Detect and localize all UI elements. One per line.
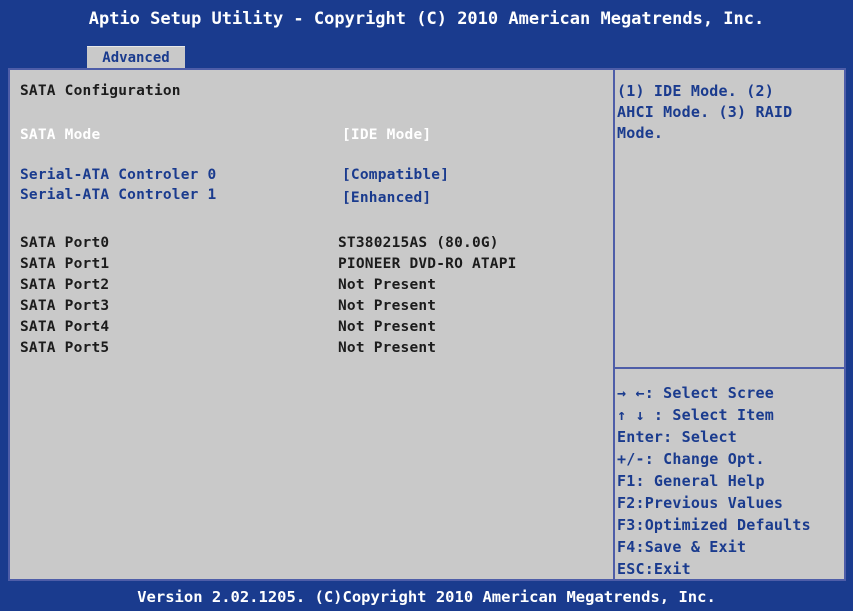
section-title: SATA Configuration	[20, 83, 181, 99]
sata-port0-label: SATA Port0	[20, 235, 110, 251]
sata-port4-label: SATA Port4	[20, 319, 110, 335]
help-line-3: Mode.	[617, 124, 664, 142]
sata-port1-value: PIONEER DVD-RO ATAPI	[338, 256, 517, 272]
key-change-opt: +/-: Change Opt.	[617, 450, 765, 468]
key-previous-values: F2:Previous Values	[617, 494, 784, 512]
key-enter-select: Enter: Select	[617, 428, 737, 446]
version-text: Version 2.02.1205. (C)Copyright 2010 Ame…	[137, 588, 716, 606]
app-title: Aptio Setup Utility - Copyright (C) 2010…	[88, 9, 765, 29]
title-bar: Aptio Setup Utility - Copyright (C) 2010…	[0, 0, 853, 46]
sata-port3-value: Not Present	[338, 298, 437, 314]
help-divider	[615, 367, 844, 369]
key-select-screen: → ←: Select Scree	[617, 384, 774, 402]
sata-port0-value: ST380215AS (80.0G)	[338, 235, 499, 251]
help-line-1: (1) IDE Mode. (2)	[617, 82, 774, 100]
tab-advanced[interactable]: Advanced	[87, 46, 185, 68]
controller-1-value[interactable]: [Enhanced]	[342, 190, 431, 206]
sata-mode-label[interactable]: SATA Mode	[20, 127, 100, 143]
sata-port2-label: SATA Port2	[20, 277, 110, 293]
settings-panel: SATA Configuration SATA Mode [IDE Mode] …	[8, 68, 846, 581]
sata-mode-value[interactable]: [IDE Mode]	[342, 127, 431, 143]
key-optimized-defaults: F3:Optimized Defaults	[617, 516, 811, 534]
key-select-item: ↑ ↓ : Select Item	[617, 406, 774, 424]
controller-0-value[interactable]: [Compatible]	[342, 167, 449, 183]
sata-port5-value: Not Present	[338, 340, 437, 356]
help-line-2: AHCI Mode. (3) RAID	[617, 103, 793, 121]
sata-port3-label: SATA Port3	[20, 298, 110, 314]
controller-0-label[interactable]: Serial-ATA Controler 0	[20, 167, 216, 183]
panel-divider	[613, 70, 615, 579]
sata-port4-value: Not Present	[338, 319, 437, 335]
footer-bar: Version 2.02.1205. (C)Copyright 2010 Ame…	[0, 581, 853, 611]
sata-port1-label: SATA Port1	[20, 256, 110, 272]
sata-port2-value: Not Present	[338, 277, 437, 293]
controller-1-label[interactable]: Serial-ATA Controler 1	[20, 187, 216, 203]
key-save-exit: F4:Save & Exit	[617, 538, 747, 556]
sata-port5-label: SATA Port5	[20, 340, 110, 356]
key-general-help: F1: General Help	[617, 472, 765, 490]
key-esc-exit: ESC:Exit	[617, 560, 691, 578]
